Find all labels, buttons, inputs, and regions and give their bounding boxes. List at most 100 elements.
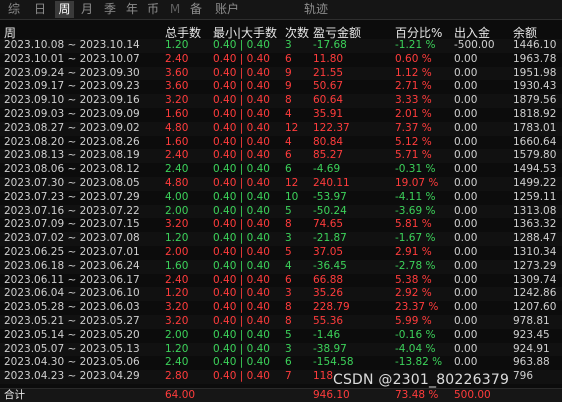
min-max-lots-cell: 0.40 | 0.40: [213, 259, 270, 272]
table-row[interactable]: 2023.07.30 ~ 2023.08.05 4.80 0.40 | 0.40 12…: [0, 177, 562, 191]
table-row[interactable]: 2023.05.21 ~ 2023.05.27 3.20 0.40 | 0.40 8 5…: [0, 315, 562, 329]
percent-cell: -0.16 %: [395, 328, 436, 341]
table-row[interactable]: 2023.10.01 ~ 2023.10.07 2.40 0.40 | 0.40 6 1…: [0, 53, 562, 67]
table-row[interactable]: 2023.08.27 ~ 2023.09.02 4.80 0.40 | 0.40 12…: [0, 121, 562, 136]
table-row[interactable]: 2023.06.25 ~ 2023.07.01 2.00 0.40 | 0.40 5 3…: [0, 246, 562, 260]
total-pnl-cell: 946.10: [313, 389, 350, 401]
table-row[interactable]: 2023.09.24 ~ 2023.09.30 3.60 0.40 | 0.40 9 2…: [0, 66, 562, 81]
count-cell: 4: [285, 108, 292, 120]
table-row[interactable]: 2023.07.09 ~ 2023.07.15 3.20 0.40 | 0.40 8 7…: [0, 218, 562, 232]
table-row[interactable]: 2023.08.06 ~ 2023.08.12 2.40 0.40 | 0.40 6 -…: [0, 163, 562, 177]
count-cell: 6: [285, 273, 292, 286]
tab-magic[interactable]: M: [168, 1, 182, 18]
count-cell: 3: [285, 342, 292, 355]
table-row[interactable]: 2023.08.20 ~ 2023.08.26 1.60 0.40 | 0.40 4 8…: [0, 136, 562, 150]
total-lots-cell: 2.40: [165, 356, 189, 369]
pnl-cell: 55.36: [313, 315, 344, 327]
total-lots-cell: 2.40: [165, 52, 189, 65]
tab-year[interactable]: 年: [124, 1, 140, 18]
tab-account[interactable]: 账户: [213, 1, 241, 18]
tab-week[interactable]: 周: [55, 1, 74, 18]
period-cell: 2023.09.24 ~ 2023.09.30: [4, 66, 140, 79]
total-lots-cell: 1.20: [165, 232, 189, 245]
balance-cell: 923.45: [513, 328, 550, 341]
balance-cell: 1499.22: [513, 177, 557, 189]
total-lots-cell: 2.00: [165, 328, 189, 341]
flow-cell: 0.00: [454, 66, 478, 79]
balance-cell: 1579.80: [513, 149, 557, 162]
table-row[interactable]: 2023.07.23 ~ 2023.07.29 4.00 0.40 | 0.40 10…: [0, 191, 562, 205]
count-cell: 5: [285, 328, 292, 341]
table-row[interactable]: 2023.06.04 ~ 2023.06.10 1.20 0.40 | 0.40 3 3…: [0, 287, 562, 302]
total-lots-cell: 1.60: [165, 108, 189, 120]
total-lots-cell: 1.60: [165, 259, 189, 272]
min-max-lots-cell: 0.40 | 0.40: [213, 66, 270, 79]
period-cell: 2023.08.06 ~ 2023.08.12: [4, 163, 140, 176]
period-cell: 2023.07.02 ~ 2023.07.08: [4, 232, 140, 245]
balance-cell: 963.88: [513, 356, 550, 369]
balance-cell: 1242.86: [513, 287, 557, 300]
tab-month[interactable]: 月: [79, 1, 95, 18]
min-max-lots-cell: 0.40 | 0.40: [213, 163, 270, 176]
table-row[interactable]: 2023.07.02 ~ 2023.07.08 1.20 0.40 | 0.40 3 -…: [0, 232, 562, 246]
flow-cell: 0.00: [454, 80, 478, 93]
pnl-cell: 11.80: [313, 52, 344, 65]
percent-cell: -0.31 %: [395, 163, 436, 176]
table-row[interactable]: 2023.10.08 ~ 2023.10.14 1.20 0.40 | 0.40 3 -…: [0, 39, 562, 53]
count-cell: 5: [285, 246, 292, 258]
tab-trajectory[interactable]: 轨迹: [302, 1, 330, 18]
total-lots-cell: 2.40: [165, 149, 189, 162]
pnl-cell: -36.45: [313, 259, 347, 272]
min-max-lots-cell: 0.40 | 0.40: [213, 204, 270, 217]
flow-cell: 0.00: [454, 149, 478, 162]
tab-day[interactable]: 日: [32, 1, 48, 18]
count-cell: 4: [285, 259, 292, 272]
percent-cell: 5.81 %: [395, 218, 432, 231]
flow-cell: 0.00: [454, 121, 478, 134]
min-max-lots-cell: 0.40 | 0.40: [213, 94, 270, 107]
flow-cell: -500.00: [454, 39, 495, 51]
balance-cell: 978.81: [513, 315, 550, 327]
total-lots-cell: 3.20: [165, 218, 189, 231]
period-cell: 2023.08.27 ~ 2023.09.02: [4, 121, 140, 134]
percent-cell: 7.37 %: [395, 121, 432, 134]
percent-cell: 3.33 %: [395, 94, 432, 107]
min-max-lots-cell: 0.40 | 0.40: [213, 121, 270, 134]
count-cell: 3: [285, 232, 292, 245]
tab-currency[interactable]: 币: [145, 1, 161, 18]
table-row[interactable]: 2023.09.17 ~ 2023.09.23 3.60 0.40 | 0.40 9 5…: [0, 80, 562, 94]
table-row[interactable]: 2023.09.10 ~ 2023.09.16 3.20 0.40 | 0.40 8 6…: [0, 94, 562, 108]
period-cell: 2023.05.21 ~ 2023.05.27: [4, 315, 140, 327]
balance-cell: 1963.78: [513, 52, 557, 65]
tab-season[interactable]: 季: [102, 1, 118, 18]
percent-cell: 2.01 %: [395, 108, 432, 120]
percent-cell: -1.67 %: [395, 232, 436, 245]
total-lots-cell: 1.60: [165, 135, 189, 148]
total-lots-cell: 2.40: [165, 163, 189, 176]
table-row[interactable]: 2023.05.07 ~ 2023.05.13 1.20 0.40 | 0.40 3 -…: [0, 342, 562, 357]
balance-cell: 796: [513, 370, 534, 383]
table-row[interactable]: 2023.04.30 ~ 2023.05.06 2.40 0.40 | 0.40 6 -…: [0, 356, 562, 370]
period-cell: 2023.10.01 ~ 2023.10.07: [4, 52, 140, 65]
min-max-lots-cell: 0.40 | 0.40: [213, 301, 270, 314]
tab-note[interactable]: 备: [188, 1, 204, 18]
pnl-cell: 37.05: [313, 246, 344, 258]
table-row[interactable]: 2023.09.03 ~ 2023.09.09 1.60 0.40 | 0.40 4 3…: [0, 108, 562, 122]
table-row[interactable]: 2023.08.13 ~ 2023.08.19 2.40 0.40 | 0.40 6 8…: [0, 149, 562, 164]
percent-cell: -13.82 %: [395, 356, 443, 369]
balance-cell: 1363.32: [513, 218, 557, 231]
tab-summary[interactable]: 综: [6, 1, 22, 18]
min-max-lots-cell: 0.40 | 0.40: [213, 108, 270, 120]
table-row[interactable]: 2023.06.11 ~ 2023.06.17 2.40 0.40 | 0.40 6 6…: [0, 274, 562, 288]
table-row[interactable]: 2023.05.14 ~ 2023.05.20 2.00 0.40 | 0.40 5 -…: [0, 329, 562, 343]
flow-cell: 0.00: [454, 204, 478, 217]
table-row[interactable]: 2023.06.18 ~ 2023.06.24 1.60 0.40 | 0.40 4 -…: [0, 259, 562, 274]
min-max-lots-cell: 0.40 | 0.40: [213, 39, 270, 51]
total-lots-cell: 3.60: [165, 66, 189, 79]
balance-cell: 1309.74: [513, 273, 557, 286]
table-row[interactable]: 2023.07.16 ~ 2023.07.22 2.00 0.40 | 0.40 5 -…: [0, 204, 562, 219]
flow-cell: 0.00: [454, 232, 478, 245]
period-cell: 2023.07.23 ~ 2023.07.29: [4, 190, 140, 203]
table-row[interactable]: 2023.05.28 ~ 2023.06.03 3.20 0.40 | 0.40 8 2…: [0, 301, 562, 315]
min-max-lots-cell: 0.40 | 0.40: [213, 135, 270, 148]
